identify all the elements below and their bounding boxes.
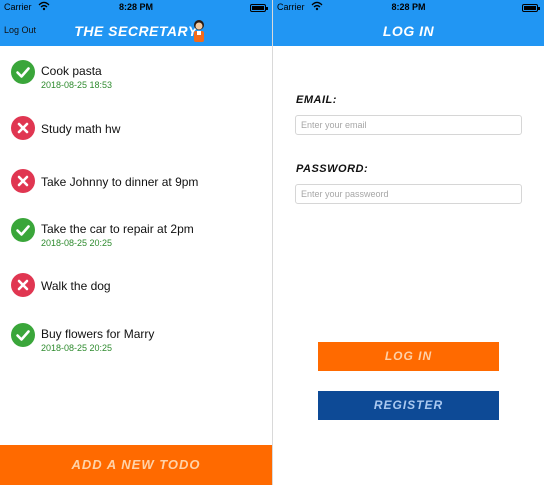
password-field[interactable] (295, 184, 522, 204)
app-title: THE SECRETARY (74, 23, 198, 39)
x-circle-icon[interactable] (11, 169, 35, 193)
x-circle-icon[interactable] (11, 273, 35, 297)
login-button[interactable]: LOG IN (318, 342, 499, 371)
todo-date: 2018-08-25 20:25 (41, 238, 113, 248)
email-field[interactable] (295, 115, 522, 135)
todo-item[interactable]: Take the car to repair at 2pm 2018-08-25 … (0, 216, 272, 256)
status-time: 8:28 PM (391, 2, 426, 12)
todo-item[interactable]: Buy flowers for Marry 2018-08-25 20:25 (0, 321, 272, 361)
todo-title: Walk the dog (41, 279, 111, 293)
add-todo-button[interactable]: ADD A NEW TODO (0, 445, 272, 485)
status-bar: Carrier 8:28 PM (0, 0, 272, 16)
register-button[interactable]: REGISTER (318, 391, 499, 420)
todo-title: Buy flowers for Marry (41, 327, 155, 341)
todo-item[interactable]: Take Johnny to dinner at 9pm (0, 164, 272, 204)
todo-title: Take Johnny to dinner at 9pm (41, 175, 199, 189)
todo-title: Study math hw (41, 122, 121, 136)
x-circle-icon[interactable] (11, 116, 35, 140)
secretary-mascot-icon (192, 19, 206, 43)
nav-bar: LOG IN (273, 16, 544, 46)
todo-item[interactable]: Cook pasta 2018-08-25 18:53 (0, 58, 272, 98)
status-time: 8:28 PM (118, 2, 153, 12)
battery-icon (522, 4, 540, 12)
todo-title: Cook pasta (41, 64, 102, 78)
todo-title: Take the car to repair at 2pm (41, 222, 194, 236)
login-screen: Carrier 8:28 PM LOG IN EMAIL: PASSWORD: … (273, 0, 544, 485)
todo-date: 2018-08-25 18:53 (41, 80, 113, 90)
todo-date: 2018-08-25 20:25 (41, 343, 113, 353)
todo-item[interactable]: Study math hw (0, 111, 272, 151)
status-bar: Carrier 8:28 PM (273, 0, 544, 16)
page-title: LOG IN (382, 23, 435, 39)
check-circle-icon[interactable] (11, 60, 35, 84)
check-circle-icon[interactable] (11, 218, 35, 242)
battery-icon (250, 4, 268, 12)
password-label: PASSWORD: (296, 163, 369, 175)
todo-screen: Carrier 8:28 PM Log Out THE SECRETARY Co… (0, 0, 272, 485)
check-circle-icon[interactable] (11, 323, 35, 347)
nav-bar: Log Out THE SECRETARY (0, 16, 272, 46)
email-label: EMAIL: (296, 94, 337, 106)
todo-item[interactable]: Walk the dog (0, 268, 272, 308)
